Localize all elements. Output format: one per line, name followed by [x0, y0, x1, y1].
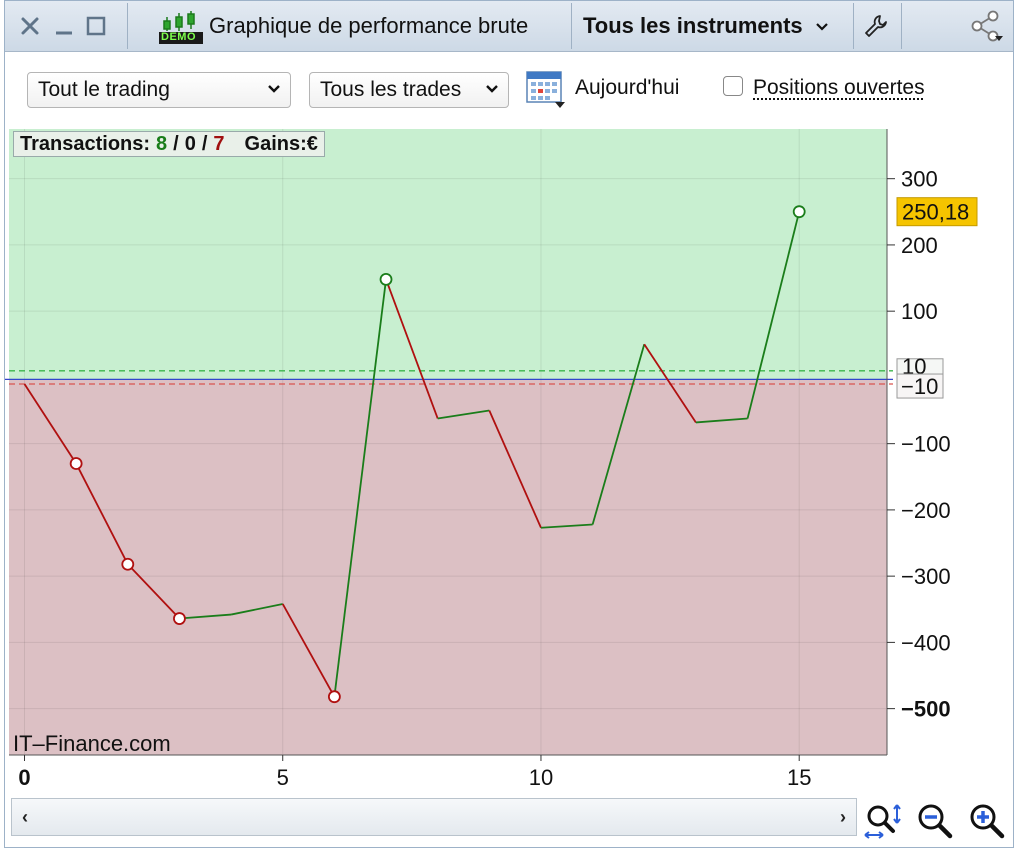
watermark-text: IT–Finance.com: [13, 731, 171, 756]
trade-marker: [379, 272, 393, 286]
x-tick-label: 5: [277, 765, 289, 790]
gains-label: Gains:: [244, 132, 307, 155]
trade-marker: [792, 205, 806, 219]
currency-symbol: €: [306, 132, 318, 155]
lower-threshold-label: −10: [901, 374, 938, 399]
count-separator: /: [201, 132, 208, 155]
neutral-trades-count: 0: [184, 132, 196, 155]
trade-marker: [69, 457, 83, 470]
trade-marker: [327, 690, 341, 704]
y-tick-label: 300: [901, 167, 938, 192]
scroll-right-icon[interactable]: ›: [840, 807, 846, 828]
y-tick-label: −400: [901, 630, 951, 655]
losing-trades-count: 7: [213, 132, 225, 155]
y-tick-label: −300: [901, 564, 951, 589]
transactions-label: Transactions:: [20, 132, 151, 155]
horizontal-scrollbar[interactable]: ‹ ›: [11, 798, 857, 836]
scroll-left-icon[interactable]: ‹: [22, 807, 28, 828]
y-tick-label: −200: [901, 498, 951, 523]
chart-window: DEMO Graphique de performance brute Tous…: [4, 0, 1014, 848]
performance-chart[interactable]: 300200100−100−200−300−400−5000 5 10 1510−10…: [5, 1, 1013, 797]
zoom-fit-icon[interactable]: [863, 801, 903, 841]
trade-marker: [173, 612, 186, 625]
y-tick-label: 100: [901, 299, 938, 324]
x-tick-label: 15: [787, 765, 811, 790]
zoom-in-icon[interactable]: [967, 801, 1007, 841]
last-value-label: 250,18: [902, 200, 969, 225]
y-tick-label: −500: [901, 697, 951, 722]
winning-trades-count: 8: [156, 132, 168, 155]
y-tick-label: −100: [901, 432, 951, 457]
count-separator: /: [173, 132, 179, 155]
zoom-out-icon[interactable]: [915, 801, 955, 841]
y-tick-label: 200: [901, 233, 938, 258]
profit-zone: [9, 129, 887, 380]
trade-marker: [121, 557, 135, 571]
transactions-summary: Transactions: 8 / 0 / 7 Gains: €: [13, 131, 325, 157]
loss-zone: [9, 379, 887, 755]
x-tick-label: 0: [18, 765, 30, 790]
x-tick-label: 10: [529, 765, 553, 790]
